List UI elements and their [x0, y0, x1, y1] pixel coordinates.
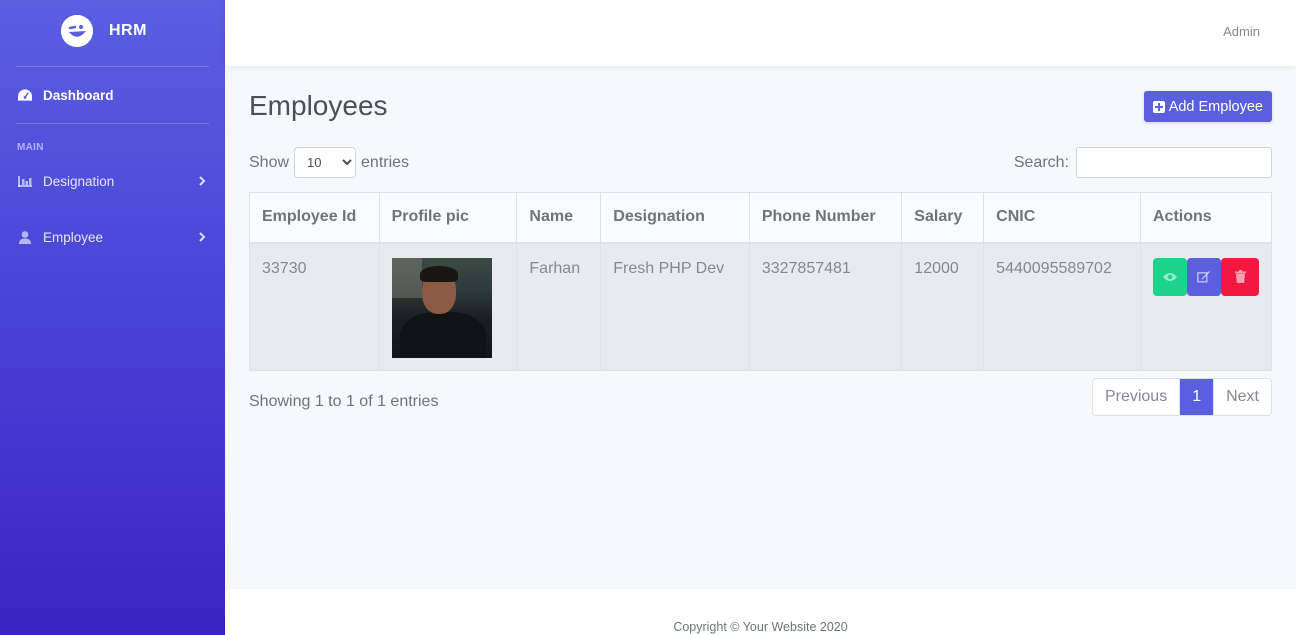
edit-button[interactable]	[1187, 257, 1221, 296]
footer: Copyright © Your Website 2020	[225, 589, 1296, 635]
add-employee-button[interactable]: Add Employee	[1143, 91, 1272, 122]
delete-button[interactable]	[1221, 257, 1259, 296]
sidebar-item-label: Employee	[43, 229, 104, 245]
user-menu[interactable]: Admin	[1223, 24, 1260, 39]
cell-salary: 12000	[901, 242, 985, 371]
entries-length-select[interactable]: 10	[294, 147, 357, 178]
entries-length-control: Show 10 entries	[249, 147, 409, 178]
sidebar-item-employee[interactable]: Employee	[0, 205, 225, 269]
sidebar-section-heading: MAIN	[17, 142, 44, 153]
column-header[interactable]: CNIC	[983, 192, 1141, 244]
eye-icon	[1163, 272, 1177, 281]
trash-icon	[1234, 270, 1246, 283]
page-title: Employees	[249, 90, 388, 121]
copyright-text: Copyright © Your Website 2020	[673, 620, 848, 634]
sidebar-item-designation[interactable]: Designation	[0, 157, 225, 205]
tachometer-icon	[18, 88, 32, 102]
cell-designation: Fresh PHP Dev	[600, 242, 750, 371]
plus-square-icon	[1152, 100, 1165, 113]
sidebar-item-label: Dashboard	[43, 87, 114, 103]
brand-name: HRM	[109, 22, 147, 39]
cell-cnic: 5440095589702	[983, 242, 1141, 371]
cell-employee-id: 33730	[249, 242, 380, 371]
entries-label: entries	[361, 153, 410, 171]
user-icon	[18, 230, 32, 244]
cell-actions	[1140, 242, 1272, 371]
column-header[interactable]: Profile pic	[378, 192, 518, 244]
brand-logo-icon	[61, 15, 93, 47]
sidebar-item-dashboard[interactable]: Dashboard	[0, 67, 225, 123]
view-button[interactable]	[1153, 257, 1187, 296]
pagination-previous[interactable]: Previous	[1093, 379, 1181, 415]
column-header[interactable]: Name	[516, 192, 602, 244]
column-header[interactable]: Designation	[600, 192, 750, 244]
brand[interactable]: HRM	[0, 0, 225, 62]
profile-photo	[391, 257, 492, 358]
table-search: Search:	[1014, 147, 1272, 178]
pagination-next[interactable]: Next	[1214, 379, 1271, 415]
topbar: Admin	[225, 0, 1296, 66]
column-header[interactable]: Actions	[1140, 192, 1272, 244]
pagination: Previous 1 Next	[1091, 378, 1272, 416]
cell-phone: 3327857481	[748, 242, 903, 371]
add-employee-label: Add Employee	[1168, 98, 1263, 115]
search-input[interactable]	[1076, 147, 1272, 178]
search-label: Search:	[1013, 153, 1069, 171]
table-header-row: Employee Id Profile pic Name Designation…	[249, 192, 1272, 244]
column-header[interactable]: Salary	[901, 192, 985, 244]
chevron-right-icon	[199, 232, 206, 242]
table-row: 33730 Farhan Fresh PHP Dev 3327857481 12…	[249, 242, 1272, 371]
sidebar-item-label: Designation	[43, 173, 115, 189]
chart-bar-icon	[18, 174, 32, 188]
employees-table: Employee Id Profile pic Name Designation…	[249, 192, 1272, 371]
row-actions	[1153, 257, 1259, 296]
show-label: Show	[249, 153, 290, 171]
table-info: Showing 1 to 1 of 1 entries	[249, 393, 439, 410]
chevron-right-icon	[199, 176, 206, 186]
column-header[interactable]: Phone Number	[748, 192, 903, 244]
column-header[interactable]: Employee Id	[249, 192, 380, 244]
pagination-page-1[interactable]: 1	[1180, 379, 1215, 415]
cell-profile-pic	[378, 242, 518, 371]
cell-name: Farhan	[516, 242, 602, 371]
sidebar: HRM Dashboard MAIN Designation Employee	[0, 0, 225, 635]
edit-icon	[1197, 271, 1210, 283]
